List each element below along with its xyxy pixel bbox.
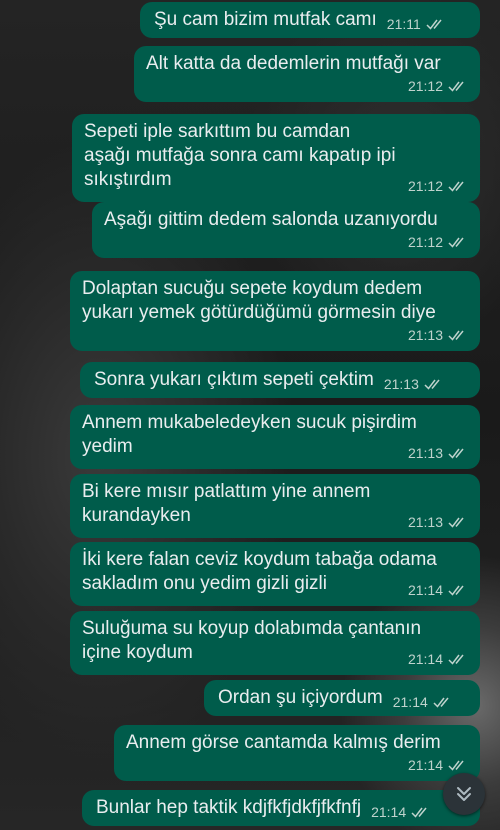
double-check-icon	[448, 330, 464, 341]
message-bubble[interactable]: Sonra yukarı çıktım sepeti çektim 21:13	[80, 362, 480, 398]
message-text: Alt katta da dedemlerin mutfağı var	[146, 53, 441, 74]
message-time: 21:11	[386, 16, 421, 32]
message-time: 21:14	[407, 651, 443, 667]
message-time: 21:14	[371, 804, 407, 820]
message-meta: 21:12	[104, 234, 468, 250]
double-check-icon	[448, 181, 464, 192]
double-chevron-down-icon	[457, 787, 471, 801]
message-bubble[interactable]: Bi kere mısır patlattım yine annem kuran…	[70, 474, 480, 538]
message-text: Annem görse cantamda kalmış derim	[126, 732, 441, 753]
message-time: 21:12	[407, 234, 443, 250]
message-text: Aşağı gittim dedem salonda uzanıyordu	[104, 209, 438, 230]
message-bubble[interactable]: Sepeti iple sarkıttım bu camdan aşağı mu…	[72, 114, 480, 202]
message-meta: 21:11	[387, 16, 446, 32]
message-text: Dolaptan sucuğu sepete koydum dedem yuka…	[82, 278, 436, 323]
message-bubble[interactable]: Aşağı gittim dedem salonda uzanıyordu 21…	[92, 202, 480, 258]
message-meta: 21:14	[126, 757, 468, 773]
message-meta: 21:13	[384, 376, 444, 392]
message-time: 21:13	[383, 376, 419, 392]
message-bubble[interactable]: İki kere falan ceviz koydum tabağa odama…	[70, 542, 480, 606]
message-time: 21:13	[407, 327, 443, 343]
message-bubble[interactable]: Alt katta da dedemlerin mutfağı var 21:1…	[134, 46, 480, 102]
double-check-icon	[448, 760, 464, 771]
message-text: Ordan şu içiyordum	[218, 687, 383, 708]
double-check-icon	[448, 237, 464, 248]
message-meta: 21:13	[82, 327, 468, 343]
message-time: 21:14	[407, 582, 443, 598]
message-bubble[interactable]: Dolaptan sucuğu sepete koydum dedem yuka…	[70, 271, 480, 351]
double-check-icon	[426, 19, 442, 30]
message-time: 21:14	[392, 694, 428, 710]
message-bubble[interactable]: Ordan şu içiyordum 21:14	[204, 680, 480, 716]
message-text: Sonra yukarı çıktım sepeti çektim	[94, 369, 374, 390]
double-check-icon	[424, 379, 440, 390]
double-check-icon	[448, 81, 464, 92]
message-time: 21:14	[407, 757, 443, 773]
message-meta: 21:14	[393, 694, 453, 710]
double-check-icon	[448, 517, 464, 528]
double-check-icon	[448, 585, 464, 596]
message-bubble[interactable]: Suluğuma su koyup dolabımda çantanın içi…	[70, 611, 480, 675]
message-meta: 21:14	[371, 804, 431, 820]
message-bubble[interactable]: Annem mukabeledeyken sucuk pişirdim yedi…	[70, 405, 480, 469]
scroll-to-bottom-button[interactable]	[443, 773, 485, 815]
message-bubble[interactable]: Annem görse cantamda kalmış derim 21:14	[114, 725, 480, 781]
double-check-icon	[433, 697, 449, 708]
message-bubble[interactable]: Şu cam bizim mutfak camı 21:11	[140, 2, 480, 38]
message-text: Bunlar hep taktik kdjfkfjdkfjfkfnfj	[96, 797, 362, 818]
message-time: 21:13	[407, 445, 443, 461]
message-time: 21:12	[407, 178, 443, 194]
message-time: 21:12	[407, 78, 443, 94]
message-meta: 21:13	[82, 445, 468, 461]
message-bubble[interactable]: Bunlar hep taktik kdjfkfjdkfjfkfnfj 21:1…	[82, 790, 480, 826]
message-text: Şu cam bizim mutfak camı	[154, 9, 377, 30]
double-check-icon	[411, 807, 427, 818]
double-check-icon	[448, 654, 464, 665]
message-meta: 21:12	[146, 78, 468, 94]
message-time: 21:13	[407, 514, 443, 530]
double-check-icon	[448, 448, 464, 459]
